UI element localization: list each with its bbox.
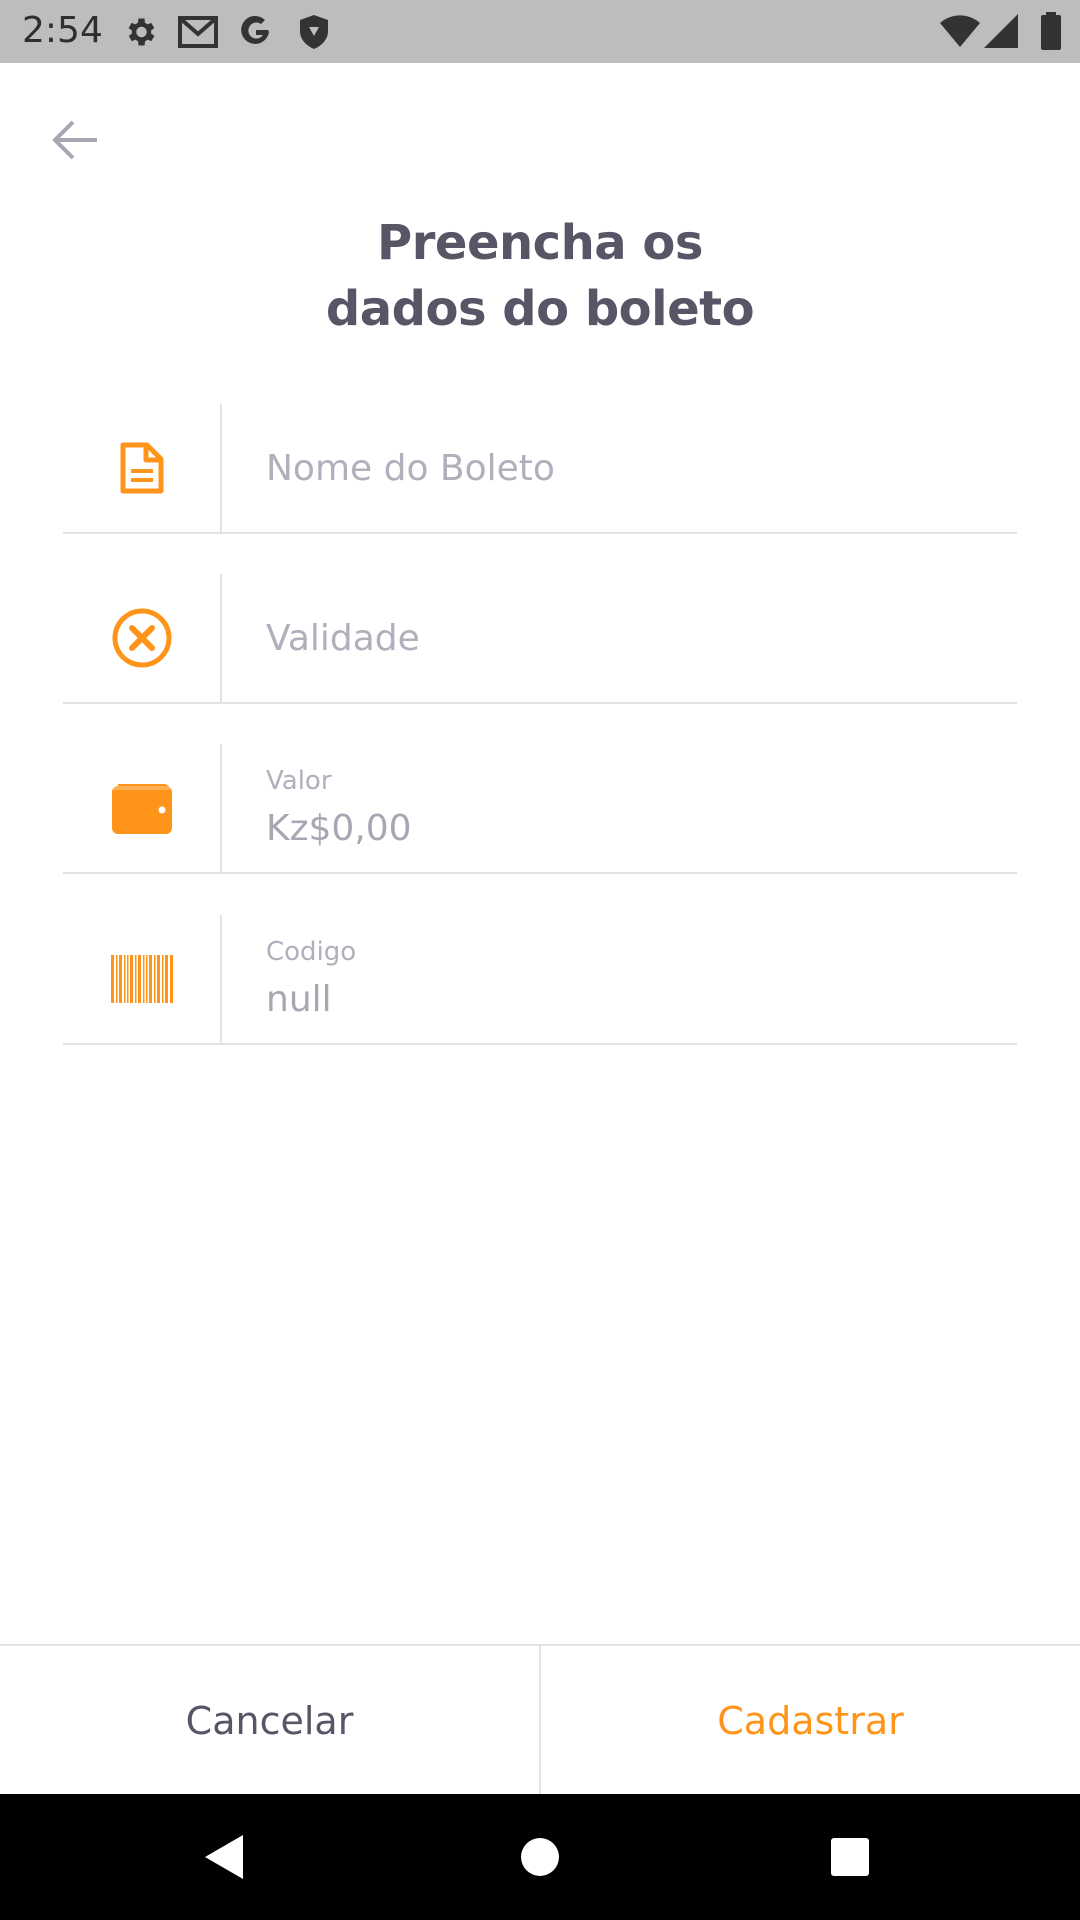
status-time: 2:54: [22, 10, 103, 51]
system-nav-bar: [0, 1794, 1080, 1920]
cancel-button[interactable]: Cancelar: [0, 1646, 539, 1796]
nav-home-button[interactable]: [480, 1794, 600, 1920]
row-icon-cell: [63, 404, 221, 532]
arrow-left-icon: [52, 120, 97, 160]
settings-icon: [128, 18, 155, 46]
bottom-action-bar: Cancelar Cadastrar: [0, 1644, 1080, 1796]
boleto-name-input[interactable]: [266, 404, 1017, 532]
code-input[interactable]: null: [266, 979, 332, 1020]
row-icon-cell: [63, 574, 221, 702]
page-title: Preencha os dados do boleto: [0, 210, 1080, 342]
amount-input[interactable]: Kz$0,00: [266, 808, 412, 849]
square-recents-icon: [831, 1838, 869, 1876]
form-row-validity: [63, 574, 1017, 704]
register-button[interactable]: Cadastrar: [541, 1646, 1080, 1796]
document-icon: [120, 442, 164, 494]
google-icon: [241, 15, 269, 44]
form-row-code[interactable]: Codigo null: [63, 915, 1017, 1045]
page-title-line-1: Preencha os: [377, 215, 703, 271]
row-divider: [220, 574, 222, 702]
wallet-icon: [112, 784, 172, 834]
triangle-back-icon: [205, 1835, 243, 1879]
status-bar: 2:54: [0, 0, 1080, 63]
form-row-amount[interactable]: Valor Kz$0,00: [63, 744, 1017, 874]
row-divider: [220, 915, 222, 1043]
amount-label: Valor: [266, 766, 332, 796]
nav-back-button[interactable]: [165, 1794, 285, 1920]
page-title-line-2: dados do boleto: [325, 281, 755, 337]
signal-icon: [984, 14, 1018, 48]
code-label: Codigo: [266, 937, 357, 967]
shield-icon: [300, 15, 328, 49]
row-divider: [220, 404, 222, 532]
circle-home-icon: [521, 1838, 559, 1876]
close-circle-icon: [112, 608, 172, 668]
row-icon-cell: [63, 744, 221, 872]
back-button[interactable]: [40, 110, 110, 170]
status-icons-right: [940, 12, 1080, 52]
form-row-name: [63, 404, 1017, 534]
row-icon-cell: [63, 915, 221, 1043]
nav-recents-button[interactable]: [790, 1794, 910, 1920]
wifi-icon: [940, 15, 980, 47]
barcode-icon: [111, 955, 173, 1003]
validity-date-input[interactable]: [266, 574, 1017, 702]
row-divider: [220, 744, 222, 872]
battery-icon: [1041, 12, 1061, 50]
gmail-icon: [178, 16, 218, 48]
